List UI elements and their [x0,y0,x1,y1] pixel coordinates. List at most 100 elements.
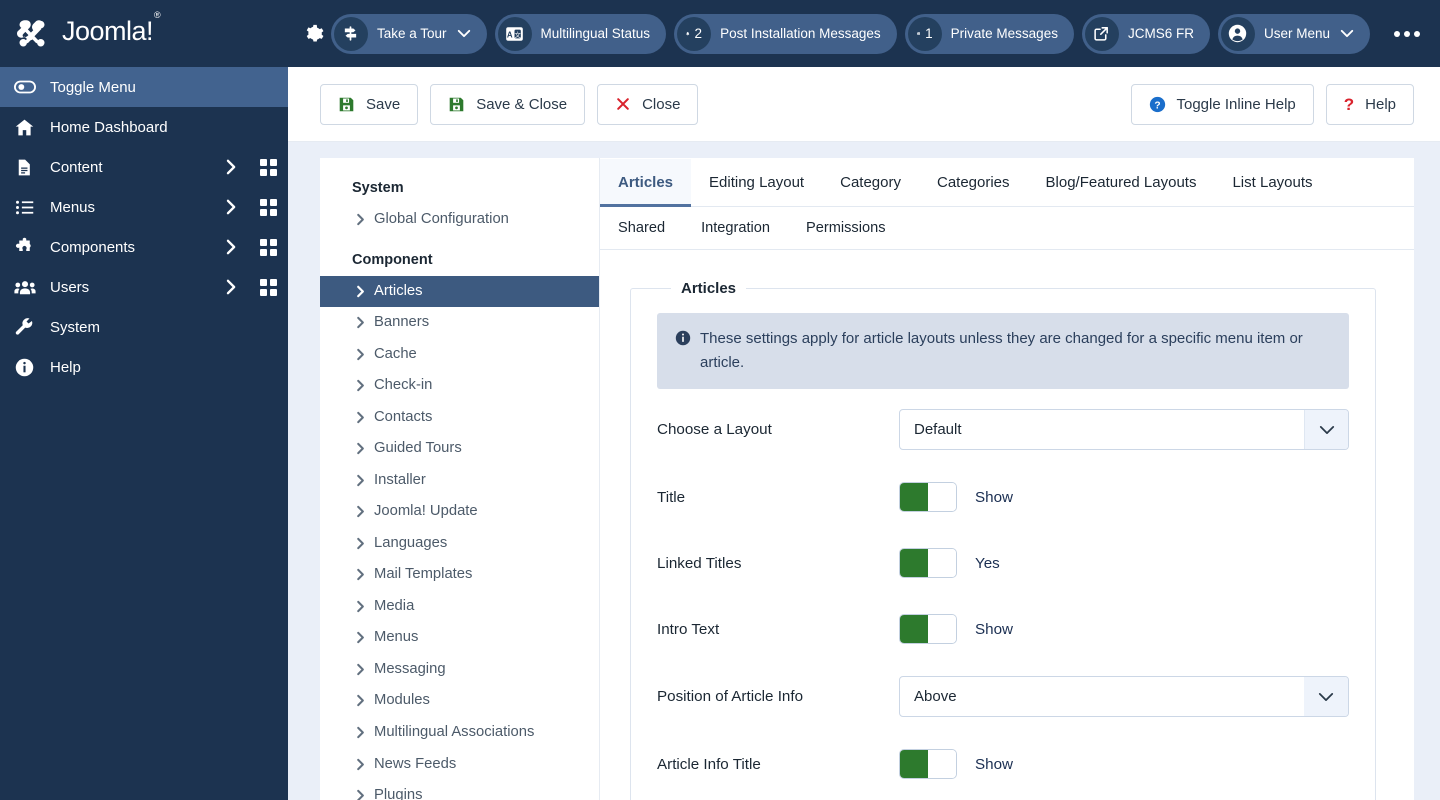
field-label: Linked Titles [657,554,742,572]
pill-take-a-tour[interactable]: Take a Tour [330,13,487,54]
save-and-close-button[interactable]: Save & Close [430,83,586,125]
title-toggle[interactable] [899,482,957,512]
kebab-menu-icon[interactable] [1388,23,1426,45]
chevron-right-icon[interactable] [214,159,248,175]
sidenav-item-plugins[interactable]: Plugins [320,780,599,800]
position-of-article-info-select[interactable]: Above [899,676,1349,717]
pill-label: JCMS6 FR [1127,26,1194,41]
sidenav-item-label: Messaging [374,660,446,677]
settings-form: Articles These settings apply for articl… [600,250,1414,800]
sidenav-item-label: Cache [374,345,417,362]
chevron-down-icon[interactable] [1304,410,1348,449]
chevron-right-icon [356,348,366,361]
button-label: Help [1365,95,1396,113]
chevron-right-icon[interactable] [214,239,248,255]
chevron-down-icon[interactable] [1304,677,1348,716]
grid-dashboard-icon[interactable] [248,198,288,216]
grid-dashboard-icon[interactable] [248,238,288,256]
sidenav-item-languages[interactable]: Languages [320,528,599,560]
sidebar-item-system[interactable]: System [0,307,288,347]
sidenav-item-media[interactable]: Media [320,591,599,623]
close-button[interactable]: Close [597,83,699,125]
sidenav-item-label: Media [374,597,415,614]
sidebar-item-label: Menus [50,198,96,216]
fieldset-legend: Articles [681,280,737,297]
chevron-right-icon [356,411,366,424]
tab-editing-layout[interactable]: Editing Layout [691,159,822,207]
sidenav-item-banners[interactable]: Banners [320,307,599,339]
pill-user-menu[interactable]: User Menu [1217,13,1370,54]
svg-text:文: 文 [515,29,522,38]
chevron-right-icon [356,316,366,329]
tab-list-layouts[interactable]: List Layouts [1214,159,1330,207]
save-button[interactable]: Save [320,83,419,125]
tab-integration[interactable]: Integration [683,208,788,250]
chevron-right-icon[interactable] [214,279,248,295]
sidenav-item-check-in[interactable]: Check-in [320,370,599,402]
toggle-inline-help-button[interactable]: ? Toggle Inline Help [1130,83,1314,125]
tab-blog-featured-layouts[interactable]: Blog/Featured Layouts [1028,159,1215,207]
sidenav-item-multilingual-associations[interactable]: Multilingual Associations [320,717,599,749]
pill-private-messages[interactable]: 1 Private Messages [904,13,1074,54]
chevron-right-icon[interactable] [214,199,248,215]
choose-a-layout-select[interactable]: Default [899,409,1349,450]
wrench-icon [14,317,44,338]
sidenav-item-contacts[interactable]: Contacts [320,402,599,434]
tab-permissions[interactable]: Permissions [788,208,903,250]
grid-dashboard-icon[interactable] [248,278,288,296]
home-icon [14,117,44,138]
sidenav-item-news-feeds[interactable]: News Feeds [320,749,599,781]
help-button[interactable]: ? Help [1325,83,1414,125]
pill-label: Take a Tour [376,26,447,41]
sidebar-item-home-dashboard[interactable]: Home Dashboard [0,107,288,147]
grid-dashboard-icon[interactable] [248,158,288,176]
sidebar-item-content[interactable]: Content [0,147,288,187]
sidenav-item-mail-templates[interactable]: Mail Templates [320,559,599,591]
pill-multilingual-status[interactable]: A文 Multilingual Status [494,13,667,54]
sidenav-item-modules[interactable]: Modules [320,685,599,717]
sidenav-item-joomla-update[interactable]: Joomla! Update [320,496,599,528]
svg-text:A: A [507,30,513,39]
tab-category[interactable]: Category [822,159,919,207]
button-label: Toggle Inline Help [1176,95,1296,113]
close-x-icon [615,96,631,112]
sidebar-item-users[interactable]: Users [0,267,288,307]
sidenav-heading-component: Component [352,251,433,268]
question-mark-icon: ? [1343,94,1355,114]
joomla-brand[interactable]: Joomla!® [0,0,288,67]
sidebar-item-help[interactable]: Help [0,347,288,387]
sidenav-item-label: News Feeds [374,755,457,772]
article-info-title-toggle[interactable] [899,749,957,779]
sidenav-item-cache[interactable]: Cache [320,339,599,371]
info-circle-icon [675,330,691,346]
gear-icon [304,24,324,44]
sidebar-item-toggle-menu[interactable]: Toggle Menu [0,67,288,107]
tab-categories[interactable]: Categories [919,159,1028,207]
chevron-right-icon [356,631,366,644]
pill-site-link[interactable]: JCMS6 FR [1081,13,1210,54]
field-row-linked-titles: Linked Titles Yes [657,530,1349,596]
options-panel: Articles Editing Layout Category Categor… [600,158,1414,800]
pill-post-installation-messages[interactable]: 2 Post Installation Messages [674,13,897,54]
chevron-right-icon [356,379,366,392]
sidenav-item-label: Plugins [374,787,423,800]
content-area: System Global Configuration Component Ar… [288,142,1440,800]
sidenav-item-guided-tours[interactable]: Guided Tours [320,433,599,465]
tab-shared[interactable]: Shared [600,208,683,250]
button-label: Save [366,95,401,113]
chevron-right-icon [356,442,366,455]
sidenav-item-messaging[interactable]: Messaging [320,654,599,686]
sidebar-item-components[interactable]: Components [0,227,288,267]
linked-titles-toggle[interactable] [899,548,957,578]
tab-articles[interactable]: Articles [600,159,692,207]
sidenav-item-installer[interactable]: Installer [320,465,599,497]
field-row-intro-text: Intro Text Show [657,596,1349,662]
sidenav-item-articles[interactable]: Articles [320,275,599,308]
intro-text-toggle[interactable] [899,614,957,644]
envelope-icon-with-count: 1 [907,16,942,51]
sidenav-item-menus[interactable]: Menus [320,622,599,654]
header-pills: Take a Tour A文 Multilingual Status 2 Pos… [330,13,1426,54]
sidebar-item-menus[interactable]: Menus [0,187,288,227]
external-link-icon [1084,16,1119,51]
sidenav-item-global-configuration[interactable]: Global Configuration [320,204,599,236]
